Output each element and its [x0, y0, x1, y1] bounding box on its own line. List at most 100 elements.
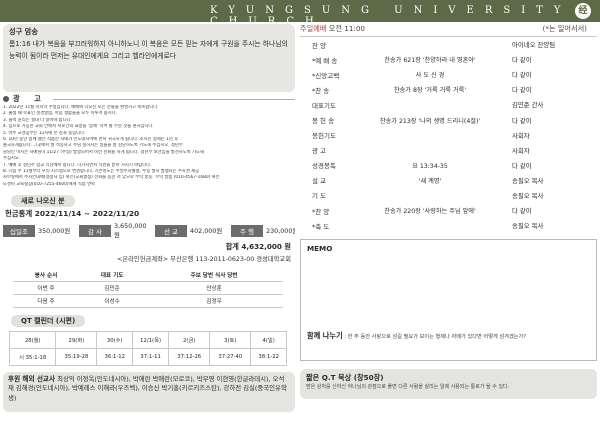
order-content: 요 13:34-35 — [412, 162, 448, 170]
order-row: *찬 송 찬송가 8장 '거룩 거룩 거룩' 다 같이 — [300, 82, 597, 97]
qt-meditation-box: 짧은 Q.T 묵상 (창50장) 받은 상처를 신하신 하나님의 관점으로 풀면… — [300, 369, 597, 400]
order-leader: 다 같이 — [512, 161, 532, 170]
verse-box: 성구 암송 롬1:16 내가 복음을 부끄러워하지 아니하노니 이 복음은 모든… — [3, 24, 295, 92]
offering-item: 주 행 230,000원 — [231, 224, 295, 237]
qt-passage: 37:27-40 — [209, 347, 252, 366]
order-name: 설 교 — [312, 177, 327, 186]
share-text: : 한 주 동안 사랑으로 섬길 필요가 보이는 형제나 자매가 있다면 어떻게… — [344, 334, 527, 341]
offering-label: 감 사 — [79, 224, 111, 237]
order-leader: 다 같이 — [512, 86, 532, 95]
qt-passage: 36:1-12 — [96, 347, 134, 366]
qt-passage: 38:1-22 — [250, 347, 287, 366]
order-leader: 다 같이 — [512, 56, 532, 65]
order-leader: 김민준 간사 — [512, 101, 544, 110]
table-row: 이번 주 김민준 안상훈 — [13, 281, 283, 295]
qt-day: 29(화) — [55, 330, 98, 349]
order-row: 기 도 송필오 목사 — [300, 188, 597, 203]
offering-label: 십일조 — [3, 224, 35, 237]
order-name: *신앙고백 — [312, 71, 340, 80]
service-header: 주일예배 오전 11:00 (*는 일어서서) — [300, 24, 597, 34]
order-content: 찬송가 8장 '거룩 거룩 거룩' — [393, 87, 467, 95]
table-header-row: 봉사 순서 대표 기도 주보 당번 식사 당번 — [13, 268, 283, 282]
header-bar: KYUNGSUNG UNIVERSITY CHURCH 经 — [0, 0, 600, 27]
order-name: 기 도 — [312, 192, 327, 201]
table-cell: 이번 주 — [13, 281, 80, 295]
order-leader: 송필오 목사 — [512, 176, 544, 185]
order-leader: 다 같이 — [512, 71, 532, 80]
order-name: 광 고 — [312, 147, 327, 156]
order-row: 대표기도 김민준 간사 — [300, 97, 597, 112]
offering-label: 선 교 — [155, 224, 187, 237]
qt-calendar-table: 28(월) 29(화) 30(수) 12/1(목) 2(금) 3(토) 4(일)… — [8, 330, 287, 366]
mission-label: 후원 해외 선교사 — [8, 374, 56, 383]
order-row: *예 배 송 찬송가 621장 '찬양하라 내 영혼아' 다 같이 — [300, 52, 597, 67]
offering-item: 선 교 402,000원 — [155, 224, 227, 237]
qt-day: 12/1(목) — [132, 330, 170, 349]
table-row: 다음 주 이성수 김정우 — [13, 294, 283, 308]
offering-amount: 350,000원 — [38, 227, 71, 236]
order-name: *축 도 — [312, 222, 330, 231]
order-name: *예 배 송 — [312, 56, 338, 65]
share-section: 함께 나누기 : 한 주 동안 사랑으로 섬길 필요가 보이는 형제나 자매가 … — [307, 332, 589, 341]
church-logo-icon: 经 — [575, 3, 591, 19]
offering-item: 감 사 3,650,000원 — [79, 222, 151, 239]
offering-amount: 230,000원 — [266, 227, 295, 236]
order-content: 사 도 신 경 — [415, 72, 445, 80]
notices-list: 1. 2022년 11월 마지막 주일입니다. 예배에 나오신 모든 분들을 환… — [3, 105, 295, 188]
left-page: 성구 암송 롬1:16 내가 복음을 부끄러워하지 아니하노니 이 복음은 모든… — [3, 24, 295, 422]
offering-amount: 402,000원 — [190, 227, 223, 236]
order-name: 찬 양 — [312, 41, 327, 50]
order-row: *신앙고백 사 도 신 경 다 같이 — [300, 67, 597, 82]
order-content: 찬송가 220장 '사랑하는 주님 앞에' — [384, 208, 476, 216]
table-cell: 김민준 — [79, 281, 146, 295]
qt-passage: 시 35:1-18 — [8, 347, 57, 366]
order-row: 광 고 사회자 — [300, 143, 597, 158]
order-name: *찬 송 — [312, 86, 330, 95]
qt-day: 3(토) — [209, 330, 252, 349]
share-title: 함께 나누기 — [307, 331, 343, 341]
table-row: 시 35:1-18 35:19-28 36:1-12 37:1-11 37:12… — [8, 347, 287, 366]
order-leader: 송필오 목사 — [512, 191, 544, 200]
new-family-title: 새로 나오신 분 — [11, 195, 75, 208]
verse-title: 성구 암송 — [9, 27, 38, 36]
offering-total: 합계 4,632,000 원 — [225, 242, 291, 252]
order-name: 대표기도 — [312, 101, 336, 110]
qt-passage: 37:1-11 — [132, 347, 170, 366]
qt-day: 28(월) — [8, 330, 57, 349]
table-header: 봉사 순서 — [13, 268, 80, 282]
notices-header: 광 고 — [3, 94, 295, 104]
order-leader: 아이네오 찬양팀 — [512, 41, 556, 50]
order-content: '새 계명' — [418, 177, 442, 185]
notices-title: 광 고 — [13, 94, 47, 103]
order-list: 찬 양 아이네오 찬양팀 *예 배 송 찬송가 621장 '찬양하라 내 영혼아' 다… — [300, 37, 597, 233]
qt-day: 2(금) — [168, 330, 211, 349]
order-leader: 다 같이 — [512, 207, 532, 216]
notice-item: 노경미 교육실장(010-7255-4600)에게 직접 연락 — [3, 181, 96, 187]
order-name: 봉헌기도 — [312, 132, 336, 141]
order-row: 설 교 '새 계명' 송필오 목사 — [300, 173, 597, 188]
offering-title: 헌금통계 2022/11/14 ~ 2022/11/20 — [5, 209, 140, 219]
table-cell: 이성수 — [79, 294, 146, 308]
service-title: 주일예배 — [300, 24, 327, 33]
qt-calendar-title: QT 캘린더 (시편) — [11, 314, 86, 327]
order-content: 찬송가 213장 '나의 생명 드리니(4절)' — [379, 117, 481, 125]
table-row: 28(월) 29(화) 30(수) 12/1(목) 2(금) 3(토) 4(일) — [8, 330, 287, 349]
offering-row: 십일조 350,000원 감 사 3,650,000원 선 교 402,000원… — [3, 222, 295, 239]
order-row: *찬 양 찬송가 220장 '사랑하는 주님 앞에' 다 같이 — [300, 203, 597, 218]
order-leader: 송필오 목사 — [512, 222, 544, 231]
offering-item: 십일조 350,000원 — [3, 224, 75, 237]
qt-day: 4(일) — [250, 330, 287, 349]
right-page: 주일예배 오전 11:00 (*는 일어서서) 찬 양 아이네오 찬양팀 *예 배… — [300, 24, 597, 422]
order-content: 찬송가 621장 '찬양하라 내 영혼아' — [384, 57, 476, 65]
table-header: 주보 당번 식사 당번 — [145, 268, 283, 282]
order-row: 봉헌기도 사회자 — [300, 128, 597, 143]
qt-day: 30(수) — [96, 330, 134, 349]
table-cell: 안상훈 — [145, 281, 283, 295]
memo-box: MEMO 함께 나누기 : 한 주 동안 사랑으로 섬길 필요가 보이는 형제나… — [300, 239, 597, 362]
service-time: 오전 11:00 — [328, 24, 365, 33]
order-leader: 사회자 — [512, 146, 530, 155]
order-leader: 다 같이 — [512, 116, 532, 125]
order-name: *찬 양 — [312, 207, 330, 216]
qt-meditation-title: 짧은 Q.T 묵상 (창50장) — [306, 373, 384, 383]
bank-account: <온라인헌금계좌> 부산은행 113-2011-0623-00 경성대학교회 — [117, 256, 291, 264]
